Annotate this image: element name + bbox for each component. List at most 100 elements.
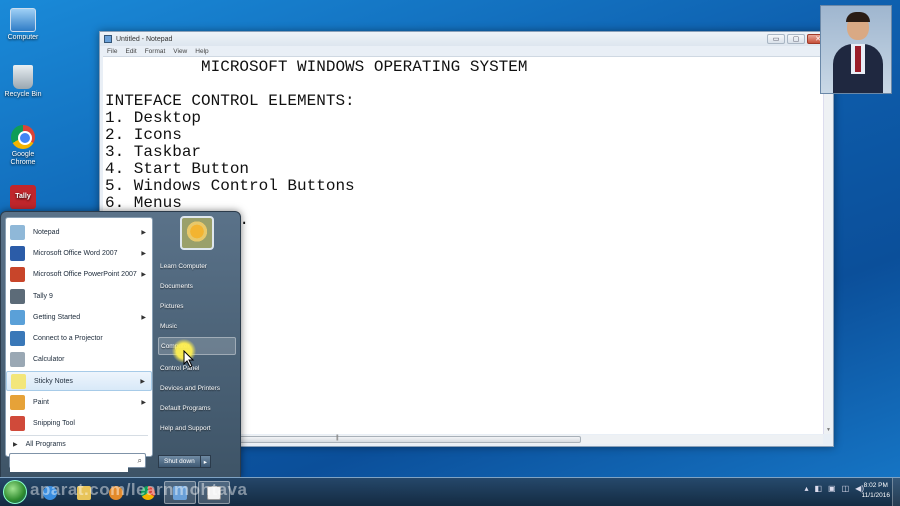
program-label: Snipping Tool: [33, 419, 75, 427]
vertical-scrollbar[interactable]: [823, 56, 832, 434]
calculator-icon: [10, 351, 25, 367]
word-icon: [10, 245, 25, 261]
link-help-support[interactable]: Help and Support: [158, 419, 236, 437]
powerpoint-icon: [10, 266, 25, 282]
menu-edit[interactable]: Edit: [125, 48, 136, 55]
watermark: aparat.com/learnmohtava: [30, 480, 248, 499]
program-label: Calculator: [33, 355, 65, 363]
snipping-tool-icon: [10, 415, 25, 431]
desktop-icon-recycle-bin[interactable]: Recycle Bin: [2, 65, 44, 99]
all-programs-label: All Programs: [25, 440, 66, 448]
menu-format[interactable]: Format: [145, 48, 166, 55]
text-line: 6. Menus: [105, 194, 182, 212]
text-line: 1. Desktop: [105, 109, 202, 127]
projector-icon: [10, 330, 25, 346]
places-pane: Learn Computer Documents Pictures Music …: [156, 214, 238, 454]
program-label: Tally 9: [33, 292, 53, 300]
link-pictures[interactable]: Pictures: [158, 297, 236, 315]
chevron-right-icon: ▶: [13, 441, 18, 448]
search-box[interactable]: ⌕: [9, 453, 146, 472]
text-line: 5. Windows Control Buttons: [105, 177, 355, 195]
submenu-arrow-icon: ▶: [141, 250, 146, 257]
desktop-icon-computer[interactable]: Computer: [2, 8, 44, 42]
notepad-icon: [104, 35, 112, 43]
maximize-button[interactable]: ▢: [787, 34, 805, 44]
desktop-icon-label: Google Chrome: [10, 151, 36, 166]
desktop-icon-label: Computer: [7, 34, 39, 41]
show-hidden-icons-icon[interactable]: ▴: [804, 484, 808, 493]
program-sticky-notes[interactable]: Sticky Notes ▶: [6, 371, 152, 391]
programs-pane: Notepad ▶ Microsoft Office Word 2007 ▶ M…: [5, 217, 153, 457]
mouse-pointer-icon: [183, 350, 195, 368]
link-learn-computer[interactable]: Learn Computer: [158, 257, 236, 275]
text-line: 4. Start Button: [105, 160, 250, 178]
program-calculator[interactable]: Calculator: [6, 349, 152, 369]
menu-help[interactable]: Help: [195, 48, 208, 55]
submenu-arrow-icon: ▶: [141, 271, 146, 278]
presenter-tie: [855, 46, 861, 72]
text-line: 3. Taskbar: [105, 143, 202, 161]
text-line: 2. Icons: [105, 126, 182, 144]
presenter-hair: [846, 12, 870, 22]
clock-date: 11/1/2016: [861, 492, 890, 499]
start-button[interactable]: [3, 480, 27, 504]
program-paint[interactable]: Paint ▶: [6, 392, 152, 412]
desktop-icon-tally[interactable]: Tally: [2, 185, 44, 211]
program-getting-started[interactable]: Getting Started ▶: [6, 307, 152, 327]
tally-icon: Tally: [10, 185, 36, 209]
program-label: Connect to a Projector: [33, 334, 103, 342]
desktop-icon-label: Recycle Bin: [4, 91, 42, 98]
search-icon[interactable]: ⌕: [138, 456, 142, 466]
link-control-panel[interactable]: Control Panel: [158, 359, 236, 377]
menu-view[interactable]: View: [173, 48, 187, 55]
window-title: Untitled - Notepad: [116, 35, 173, 43]
notepad-icon: [10, 224, 25, 240]
paint-icon: [10, 394, 25, 410]
text-line: INTEFACE CONTROL ELEMENTS:: [105, 92, 355, 110]
all-programs-button[interactable]: ▶ All Programs: [6, 436, 152, 452]
text-line: MICROSOFT WINDOWS OPERATING SYSTEM: [105, 58, 528, 76]
tray-flag-icon[interactable]: ◧: [814, 484, 822, 493]
tray-display-icon[interactable]: ◫: [842, 484, 850, 493]
program-label: Notepad: [33, 228, 60, 236]
start-menu: Notepad ▶ Microsoft Office Word 2007 ▶ M…: [0, 211, 241, 478]
user-avatar[interactable]: [180, 216, 214, 250]
system-tray: ▴ ◧ ▣ ◫ ◀): [804, 484, 864, 493]
minimize-button[interactable]: ▭: [767, 34, 785, 44]
program-tally[interactable]: Tally 9: [6, 286, 152, 306]
submenu-arrow-icon: ▶: [141, 399, 146, 406]
program-word[interactable]: Microsoft Office Word 2007 ▶: [6, 243, 152, 263]
desktop-icon-chrome[interactable]: Google Chrome: [2, 125, 44, 167]
link-documents[interactable]: Documents: [158, 277, 236, 295]
submenu-arrow-icon: ▶: [141, 229, 146, 236]
link-default-programs[interactable]: Default Programs: [158, 399, 236, 417]
submenu-arrow-icon: ▶: [141, 314, 146, 321]
program-notepad[interactable]: Notepad ▶: [6, 222, 152, 242]
show-desktop-button[interactable]: [892, 478, 900, 506]
program-snipping-tool[interactable]: Snipping Tool: [6, 413, 152, 433]
clock[interactable]: 8:02 PM 11/1/2016: [862, 481, 890, 501]
recycle-bin-icon: [13, 65, 33, 89]
link-devices-printers[interactable]: Devices and Printers: [158, 379, 236, 397]
title-bar[interactable]: Untitled - Notepad ▭ ▢ ✕: [100, 32, 833, 46]
search-input[interactable]: [10, 459, 128, 472]
program-label: Getting Started: [33, 313, 81, 321]
program-label: Microsoft Office PowerPoint 2007: [33, 270, 137, 278]
tray-network-icon[interactable]: ▣: [828, 484, 836, 493]
text-line: [105, 76, 821, 93]
tally-icon: [10, 288, 25, 304]
shutdown-options-button[interactable]: ▸: [200, 455, 211, 468]
sticky-notes-icon: [11, 373, 26, 389]
clock-time: 8:02 PM: [863, 482, 888, 489]
getting-started-icon: [10, 309, 25, 325]
link-computer[interactable]: Computer: [158, 337, 236, 355]
scrollbar-thumb[interactable]: [231, 435, 581, 443]
link-music[interactable]: Music: [158, 317, 236, 335]
program-projector[interactable]: Connect to a Projector: [6, 328, 152, 348]
menu-file[interactable]: File: [107, 48, 117, 55]
shutdown-button[interactable]: Shut down: [158, 455, 201, 468]
shutdown-group: Shut down ▸: [158, 455, 211, 468]
program-label: Paint: [33, 398, 49, 406]
program-powerpoint[interactable]: Microsoft Office PowerPoint 2007 ▶: [6, 264, 152, 284]
chrome-icon: [11, 125, 35, 149]
